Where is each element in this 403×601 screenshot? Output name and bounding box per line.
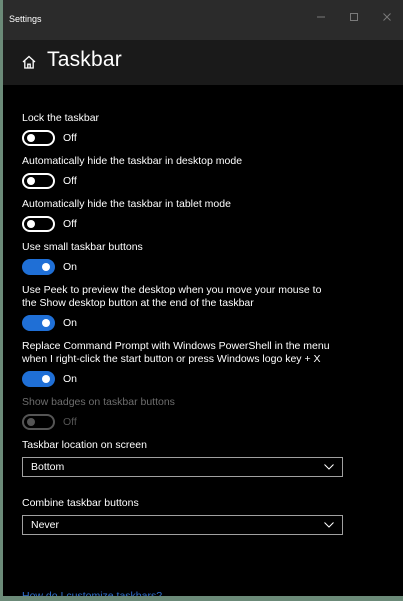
setting-peek: Use Peek to preview the desktop when you… — [22, 284, 382, 331]
setting-label: Lock the taskbar — [22, 112, 100, 124]
page-title: Taskbar — [47, 48, 122, 71]
autohide-desktop-toggle[interactable] — [22, 173, 55, 189]
toggle-knob — [27, 134, 35, 142]
toggle-state: Off — [63, 218, 77, 230]
maximize-icon — [349, 13, 358, 21]
label-line: when I right-click the start button or p… — [22, 353, 321, 365]
settings-window: Settings Taskbar Lock the taskbar Off Au… — [0, 0, 403, 601]
setting-badges: Show badges on taskbar buttons Off — [22, 396, 382, 430]
home-icon[interactable] — [21, 54, 37, 70]
toggle-knob — [42, 375, 50, 383]
label-line: Replace Command Prompt with Windows Powe… — [22, 340, 330, 352]
close-icon — [382, 13, 391, 21]
toggle-state: On — [63, 261, 78, 273]
combine-value: Never — [31, 519, 60, 531]
toggle-state: On — [63, 317, 78, 329]
setting-label: Automatically hide the taskbar in deskto… — [22, 155, 243, 167]
maximize-button[interactable] — [337, 6, 370, 28]
small-buttons-toggle[interactable] — [22, 259, 55, 275]
setting-autohide-desktop: Automatically hide the taskbar in deskto… — [22, 155, 382, 189]
minimize-icon — [316, 16, 325, 18]
location-label: Taskbar location on screen — [22, 439, 147, 451]
combine-dropdown[interactable]: Never — [22, 515, 343, 535]
powershell-toggle[interactable] — [22, 371, 55, 387]
toggle-knob — [27, 418, 35, 426]
toggle-state: Off — [63, 175, 77, 187]
window-controls — [304, 6, 403, 28]
toggle-state: On — [63, 373, 78, 385]
toggle-knob — [42, 319, 50, 327]
location-dropdown[interactable]: Bottom — [22, 457, 343, 477]
badges-toggle — [22, 414, 55, 430]
setting-label: Use small taskbar buttons — [22, 241, 143, 253]
autohide-tablet-toggle[interactable] — [22, 216, 55, 232]
app-title: Settings — [9, 14, 42, 24]
desktop-edge — [0, 0, 3, 601]
setting-autohide-tablet: Automatically hide the taskbar in tablet… — [22, 198, 382, 232]
label-line: the Show desktop button at the end of th… — [22, 297, 254, 309]
setting-label: Replace Command Prompt with Windows Powe… — [22, 340, 382, 366]
settings-list: Lock the taskbar Off Automatically hide … — [22, 112, 382, 555]
combine-label: Combine taskbar buttons — [22, 497, 139, 509]
setting-label: Show badges on taskbar buttons — [22, 396, 175, 408]
toggle-knob — [42, 263, 50, 271]
chevron-down-icon — [324, 522, 334, 528]
close-button[interactable] — [370, 6, 403, 28]
setting-powershell: Replace Command Prompt with Windows Powe… — [22, 340, 382, 387]
toggle-knob — [27, 220, 35, 228]
lock-taskbar-toggle[interactable] — [22, 130, 55, 146]
page-header: Taskbar — [3, 40, 403, 85]
toggle-state: Off — [63, 132, 77, 144]
toggle-state: Off — [63, 416, 77, 428]
location-value: Bottom — [31, 461, 65, 473]
label-line: Use Peek to preview the desktop when you… — [22, 284, 322, 296]
chevron-down-icon — [324, 464, 334, 470]
setting-label: Use Peek to preview the desktop when you… — [22, 284, 382, 310]
setting-label: Automatically hide the taskbar in tablet… — [22, 198, 231, 210]
toggle-knob — [27, 177, 35, 185]
setting-lock-taskbar: Lock the taskbar Off — [22, 112, 382, 146]
desktop-edge-bottom — [0, 596, 403, 601]
minimize-button[interactable] — [304, 6, 337, 28]
setting-small-buttons: Use small taskbar buttons On — [22, 241, 382, 275]
peek-toggle[interactable] — [22, 315, 55, 331]
title-bar: Settings — [3, 0, 403, 40]
